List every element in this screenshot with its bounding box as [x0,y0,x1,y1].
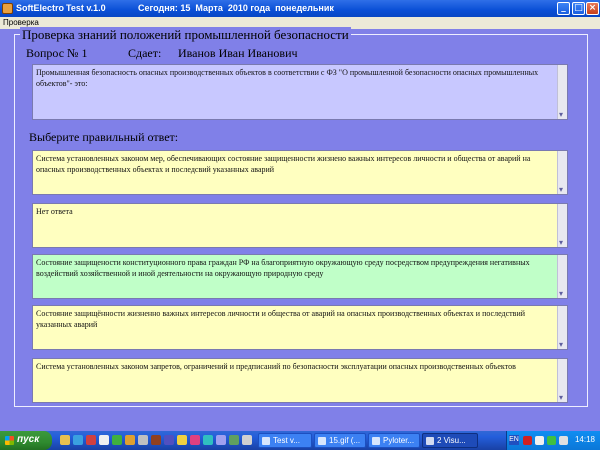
choose-answer-label: Выберите правильный ответ: [29,130,179,144]
taskbar-task[interactable]: Pyloter... [368,433,420,448]
tray-icon[interactable] [535,436,544,445]
minimize-button[interactable]: _ [557,2,570,15]
question-scrollbar[interactable] [557,65,567,120]
question-text-box: Промышленная безопасность опасных произв… [32,64,568,120]
app-icon[interactable] [138,435,148,445]
answer-option-3-selected[interactable]: Состояние защищености конституционного п… [32,254,568,299]
window-title: SoftElectro [16,3,65,13]
answer-scrollbar[interactable] [557,306,567,350]
group-title: Проверка знаний положений промышленной б… [20,27,351,43]
app-icon[interactable] [190,435,200,445]
answer-option-5[interactable]: Система установленных законом запретов, … [32,358,568,403]
app-icon [2,3,13,14]
app-icon[interactable] [164,435,174,445]
document-icon[interactable] [99,435,109,445]
answer-option-4[interactable]: Состояние защищённости жизненно важных и… [32,305,568,350]
question-number: Вопрос № 1 [26,46,88,60]
start-button[interactable]: пуск [0,431,52,450]
maximize-button[interactable]: □ [572,2,585,15]
answer-option-1[interactable]: Система установленных законом мер, обесп… [32,150,568,195]
answer-scrollbar[interactable] [557,151,567,195]
browser-icon[interactable] [73,435,83,445]
taskbar-task-active[interactable]: 2 Visu... [422,433,478,448]
window-titlebar: SoftElectro Test v.1.0 Сегодня: 15 Марта… [0,0,600,17]
app-icon[interactable] [242,435,252,445]
app-icon[interactable] [151,435,161,445]
answer-scrollbar[interactable] [557,359,567,403]
answer-text: Система установленных законом запретов, … [36,362,516,371]
app-icon[interactable] [229,435,239,445]
question-text: Промышленная безопасность опасных произв… [36,68,539,88]
answer-text: Состояние защищености конституционного п… [36,258,530,278]
app-icon[interactable] [125,435,135,445]
examinee-label: Сдает: [128,46,162,60]
tray-icon[interactable] [523,436,532,445]
app-icon[interactable] [177,435,187,445]
answer-scrollbar[interactable] [557,204,567,248]
answer-scrollbar[interactable] [557,255,567,299]
answer-option-2[interactable]: Нет ответа [32,203,568,248]
close-button[interactable]: × [586,2,599,15]
tray-icon[interactable] [547,436,556,445]
start-label: пуск [17,434,40,445]
app-version: Test v.1.0 [66,3,106,13]
taskbar: пуск Test v... 15.gif (... Pyloter... 2 … [0,431,600,450]
taskbar-task[interactable]: 15.gif (... [314,433,366,448]
speaker-icon[interactable] [559,436,568,445]
app-icon[interactable] [203,435,213,445]
system-tray: EN 14:18 [506,431,600,450]
windows-logo-icon [5,436,14,445]
current-date: Сегодня: 15 Марта 2010 года понедельник [138,3,334,13]
clock: 14:18 [574,435,595,444]
app-icon[interactable] [112,435,122,445]
app-icon[interactable] [216,435,226,445]
answer-text: Система установленных законом мер, обесп… [36,154,531,174]
answer-text: Состояние защищённости жизненно важных и… [36,309,526,329]
language-indicator[interactable]: EN [509,435,519,445]
folder-icon[interactable] [60,435,70,445]
app-icon[interactable] [86,435,96,445]
menu-item-check[interactable]: Проверка [3,18,39,27]
examinee-name: Иванов Иван Иванович [178,46,298,60]
answer-text: Нет ответа [36,207,73,216]
taskbar-task[interactable]: Test v... [258,433,312,448]
